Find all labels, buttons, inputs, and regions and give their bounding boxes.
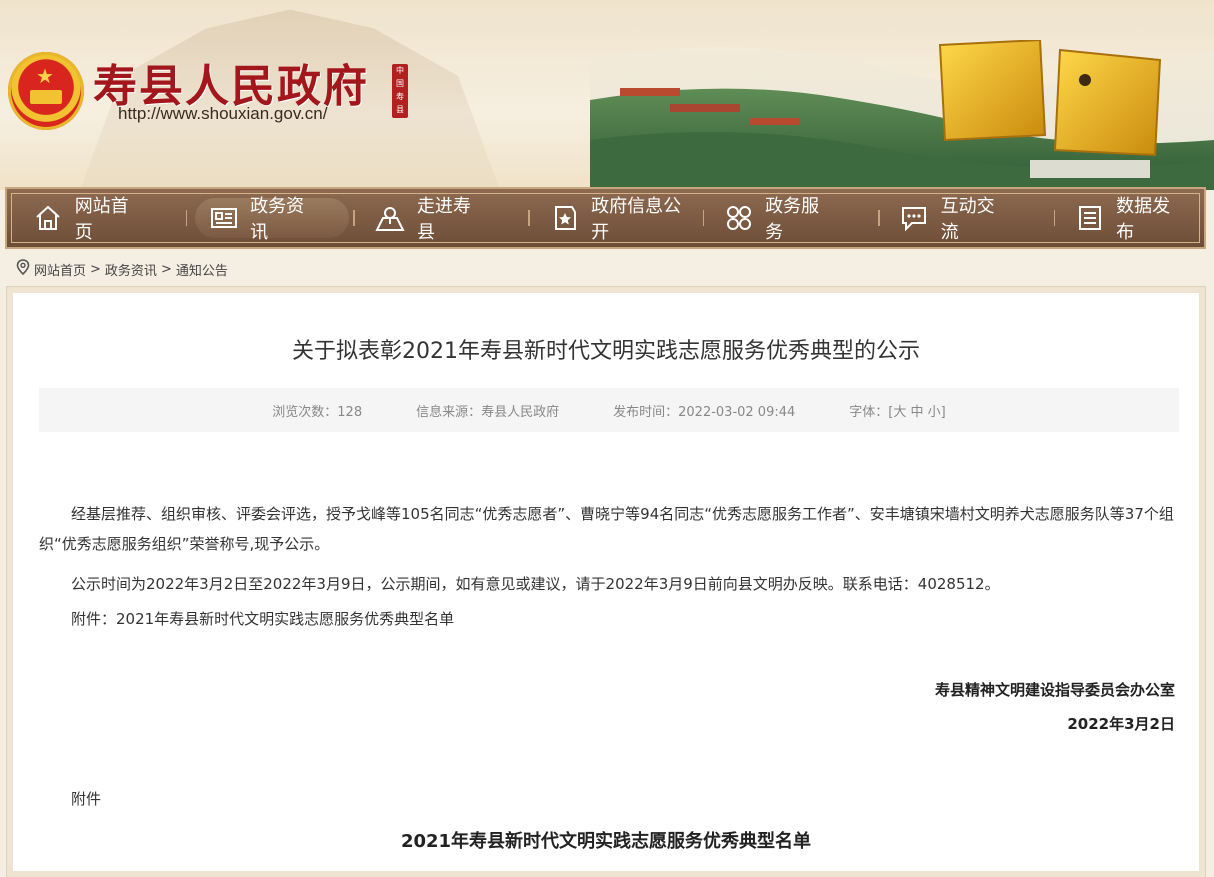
breadcrumb-separator: > [160, 261, 172, 277]
nav-label: 数据发布 [1116, 196, 1171, 243]
breadcrumb-home[interactable]: 网站首页 [34, 260, 86, 279]
nav-divider [353, 210, 355, 226]
nav-item-interaction[interactable]: 互动交流 [886, 196, 1024, 243]
signature: 寿县精神文明建设指导委员会办公室 [934, 681, 1175, 699]
view-count: 浏览次数：128 [272, 404, 363, 420]
nav-item-data[interactable]: 数据发布 [1061, 196, 1199, 243]
attachment-link[interactable]: 附件：2021年寿县新时代文明实践志愿服务优秀典型名单 [71, 604, 1211, 634]
nav-divider [1053, 210, 1056, 226]
breadcrumb-page[interactable]: 通知公告 [176, 260, 228, 279]
attachment-heading: 附件 [71, 790, 102, 808]
national-emblem-icon: ★ [8, 52, 84, 130]
nav-divider [528, 210, 531, 226]
nav-item-news[interactable]: 政务资讯 [195, 196, 350, 243]
breadcrumb-section[interactable]: 政务资讯 [105, 260, 157, 279]
nav-label: 政务服务 [765, 196, 820, 243]
font-size-switcher[interactable]: 字体：[大 中 小] [849, 401, 945, 420]
article-panel: 关于拟表彰2021年寿县新时代文明实践志愿服务优秀典型的公示 浏览次数：128 … [6, 286, 1206, 877]
nav-label: 走进寿县 [416, 196, 471, 243]
breadcrumb-separator: > [90, 261, 101, 277]
list-data-icon [1075, 203, 1104, 233]
location-pin-icon [16, 259, 30, 279]
nav-item-info-public[interactable]: 政府信息公开 [536, 196, 708, 243]
map-pin-icon [375, 203, 405, 233]
nav-divider [878, 210, 880, 226]
breadcrumb: 网站首页 > 政务资讯 > 通知公告 [16, 259, 232, 279]
nav-label: 网站首页 [74, 196, 129, 243]
news-icon [209, 203, 238, 233]
site-url: http://www.shouxian.gov.cn/ [118, 104, 328, 123]
document-star-icon [550, 203, 579, 233]
nav-label: 政府信息公开 [591, 196, 682, 243]
nav-label: 互动交流 [940, 196, 995, 243]
article-meta-bar: 浏览次数：128 信息来源：寿县人民政府 发布时间：2022-03-02 09:… [39, 388, 1179, 432]
list-title: 2021年寿县新时代文明实践志愿服务优秀典型名单 [400, 831, 812, 852]
chat-icon [900, 203, 929, 233]
info-source: 信息来源：寿县人民政府 [416, 404, 560, 420]
article-paragraph: 公示时间为2022年3月2日至2022年3月9日，公示期间，如有意见或建议，请于… [71, 575, 1000, 593]
article-paragraph: 经基层推荐、组织审核、评委会评选，授予戈峰等105名同志“优秀志愿者”、曹晓宁等… [39, 505, 1174, 553]
site-header: ★ 寿县人民政府 http://www.shouxian.gov.cn/ 中国寿… [0, 0, 1214, 190]
nav-divider [185, 210, 188, 226]
seal-stamp: 中国寿县 [392, 64, 408, 118]
home-icon [34, 203, 63, 233]
landscape-banner [590, 40, 1214, 190]
publish-date: 发布时间：2022-03-02 09:44 [613, 404, 796, 420]
grid-service-icon [724, 203, 753, 233]
nav-label: 政务资讯 [250, 196, 305, 243]
main-nav: 网站首页 政务资讯 走进寿县 政府信息公开 政务服务 互动交流 数据发布 [5, 187, 1206, 249]
article-title: 关于拟表彰2021年寿县新时代文明实践志愿服务优秀典型的公示 [292, 339, 920, 364]
nav-item-services[interactable]: 政务服务 [710, 196, 848, 243]
nav-item-home[interactable]: 网站首页 [20, 196, 158, 243]
nav-item-about[interactable]: 走进寿县 [361, 196, 499, 243]
sign-date: 2022年3月2日 [1067, 715, 1175, 733]
